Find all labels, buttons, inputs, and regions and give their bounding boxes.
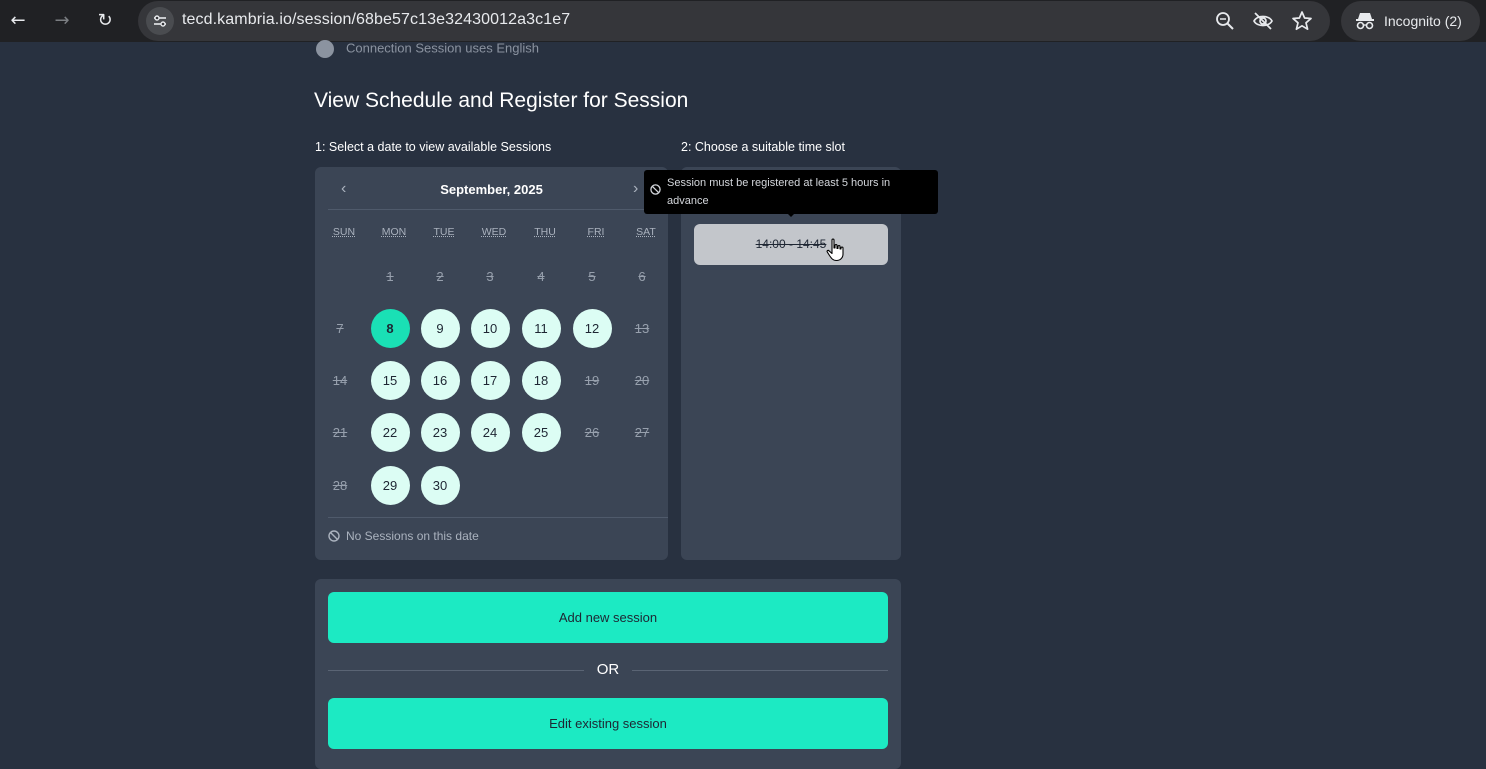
day-19: 19: [584, 372, 600, 388]
add-new-session-button[interactable]: Add new session: [328, 592, 888, 643]
forward-icon[interactable]: →: [50, 9, 74, 33]
divider: [328, 517, 668, 518]
divider: [632, 670, 888, 671]
site-info-icon[interactable]: [146, 7, 174, 35]
zoom-icon[interactable]: [1214, 10, 1236, 32]
weekday-wed: WED: [481, 226, 507, 238]
tooltip: Session must be registered at least 5 ho…: [644, 170, 938, 217]
calendar: ‹ September, 2025 › SUN MON TUE WED THU FRI SA…: [315, 167, 668, 560]
day-22[interactable]: 22: [370, 412, 410, 452]
day-21: 21: [332, 424, 348, 440]
ban-icon: [650, 184, 661, 195]
weekday-fri: FRI: [587, 226, 605, 238]
day-12[interactable]: 12: [572, 308, 612, 348]
day-23[interactable]: 23: [420, 412, 460, 452]
incognito-button[interactable]: Incognito (2): [1341, 1, 1480, 41]
day-1: 1: [386, 268, 394, 284]
day-29[interactable]: 29: [370, 465, 410, 505]
weekday-sun: SUN: [332, 226, 356, 238]
weekday-tue: TUE: [433, 226, 455, 238]
day-13: 13: [634, 320, 650, 336]
day-28: 28: [332, 477, 348, 493]
day-3: 3: [486, 268, 494, 284]
tooltip-text: Session must be registered at least 5 ho…: [667, 177, 891, 207]
weekday-sat: SAT: [636, 226, 656, 238]
day-4: 4: [537, 268, 545, 284]
day-17[interactable]: 17: [470, 360, 510, 400]
globe-icon: [316, 40, 334, 58]
day-30[interactable]: 30: [420, 465, 460, 505]
tooltip-arrow: [787, 213, 795, 217]
day-2: 2: [436, 268, 444, 284]
day-6: 6: [638, 268, 646, 284]
session-actions: Add new session OR Edit existing session: [315, 579, 901, 769]
day-9[interactable]: 9: [420, 308, 460, 348]
time-slot-panel: 14:00 - 14:45: [681, 167, 901, 560]
divider: [328, 209, 668, 210]
eye-off-icon[interactable]: [1252, 10, 1274, 32]
incognito-icon: [1356, 13, 1374, 30]
day-24[interactable]: 24: [470, 412, 510, 452]
url-text[interactable]: tecd.kambria.io/session/68be57c13e324300…: [182, 11, 570, 29]
star-icon[interactable]: [1291, 10, 1313, 32]
day-10[interactable]: 10: [470, 308, 510, 348]
day-14: 14: [332, 372, 348, 388]
language-note-text: Connection Session uses English: [346, 40, 539, 56]
ban-icon: [328, 530, 340, 542]
day-15[interactable]: 15: [370, 360, 410, 400]
month-label: September, 2025: [440, 182, 543, 197]
no-sessions-text: No Sessions on this date: [346, 529, 479, 543]
day-25[interactable]: 25: [521, 412, 561, 452]
day-26: 26: [584, 424, 600, 440]
hand-cursor-icon: [826, 238, 844, 262]
time-slot-button[interactable]: 14:00 - 14:45: [694, 224, 888, 265]
day-8[interactable]: 8: [370, 308, 410, 348]
day-20: 20: [634, 372, 650, 388]
back-icon[interactable]: ←: [6, 9, 30, 33]
edit-existing-session-button[interactable]: Edit existing session: [328, 698, 888, 749]
next-month-icon[interactable]: ›: [633, 180, 638, 198]
step2-label: 2: Choose a suitable time slot: [681, 140, 845, 154]
weekday-mon: MON: [381, 226, 407, 238]
day-5: 5: [588, 268, 596, 284]
language-note: Connection Session uses English: [316, 40, 539, 58]
day-11[interactable]: 11: [521, 308, 561, 348]
reload-icon[interactable]: ↻: [93, 9, 117, 33]
incognito-label: Incognito (2): [1384, 13, 1462, 29]
day-18[interactable]: 18: [521, 360, 561, 400]
page-content: Connection Session uses English View Sch…: [0, 40, 1486, 769]
step1-label: 1: Select a date to view available Sessi…: [315, 140, 552, 154]
browser-toolbar: ← → ↻ tecd.kambria.io/session/68be57c13e…: [0, 0, 1486, 42]
weekday-thu: THU: [534, 226, 556, 238]
page-title: View Schedule and Register for Session: [314, 89, 689, 112]
day-16[interactable]: 16: [420, 360, 460, 400]
address-bar[interactable]: tecd.kambria.io/session/68be57c13e324300…: [138, 1, 1330, 41]
no-sessions-note: No Sessions on this date: [328, 529, 479, 543]
day-27: 27: [634, 424, 650, 440]
day-7: 7: [336, 320, 344, 336]
